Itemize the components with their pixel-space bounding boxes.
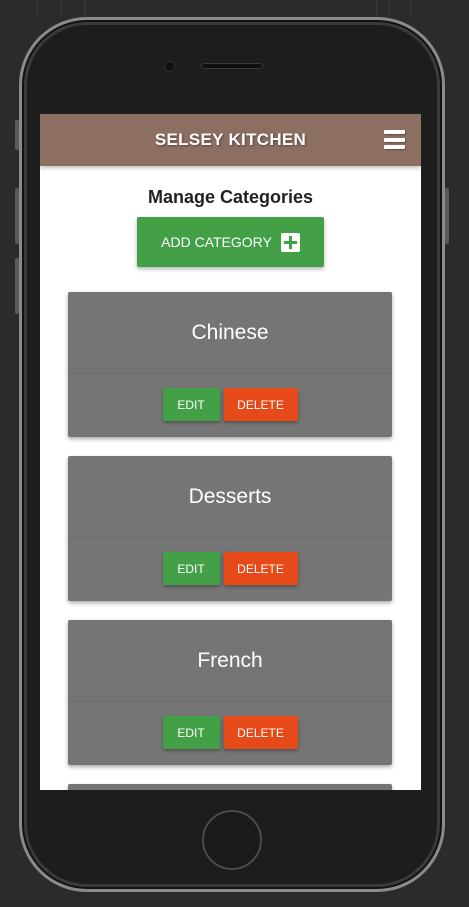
category-name: French (68, 620, 392, 702)
category-card-french: French EDIT DELETE (68, 620, 392, 765)
brand-logo[interactable]: SELSEY KITCHEN (155, 130, 306, 150)
add-category-label: ADD CATEGORY (161, 234, 272, 250)
home-button (202, 810, 262, 870)
volume-up-button (15, 188, 19, 244)
delete-button[interactable]: DELETE (223, 552, 298, 585)
edit-button[interactable]: EDIT (162, 552, 220, 585)
card-actions: EDIT DELETE (68, 538, 392, 585)
delete-button[interactable]: DELETE (223, 716, 298, 749)
add-category-button[interactable]: ADD CATEGORY (137, 217, 324, 267)
edit-button[interactable]: EDIT (162, 716, 220, 749)
front-camera (164, 61, 175, 72)
page-title: Manage Categories (147, 187, 314, 207)
power-button (445, 188, 449, 244)
category-name: Chinese (68, 292, 392, 374)
navbar: SELSEY KITCHEN (40, 114, 421, 166)
earpiece-speaker (201, 63, 263, 69)
card-actions: EDIT DELETE (68, 702, 392, 749)
category-name (68, 784, 392, 790)
phone-screen: SELSEY KITCHEN Manage Categories ADD CAT… (40, 114, 421, 790)
category-card-partial (68, 784, 392, 790)
volume-down-button (15, 258, 19, 314)
card-actions: EDIT DELETE (68, 374, 392, 421)
category-card-chinese: Chinese EDIT DELETE (68, 292, 392, 437)
hamburger-menu-icon[interactable] (384, 130, 405, 149)
edit-button[interactable]: EDIT (162, 388, 220, 421)
plus-square-icon (280, 232, 300, 252)
category-card-desserts: Desserts EDIT DELETE (68, 456, 392, 601)
background-guides (0, 0, 469, 16)
delete-button[interactable]: DELETE (223, 388, 298, 421)
category-name: Desserts (68, 456, 392, 538)
mute-switch (15, 120, 19, 150)
